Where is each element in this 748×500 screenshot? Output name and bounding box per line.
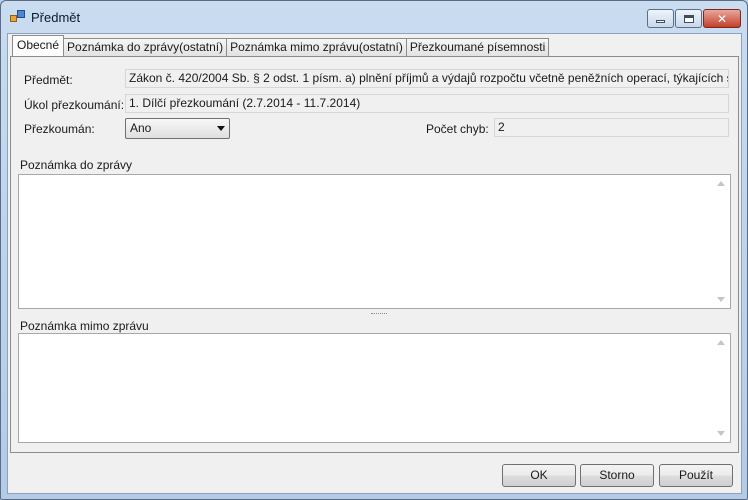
dialog-window: Předmět ✕ Obecné Poznámka do zprávy(osta… [0,0,748,500]
subject-label: Předmět: [24,73,73,87]
apply-button[interactable]: Použít [659,464,733,487]
tab-panel-general: Předmět: Zákon č. 420/2004 Sb. § 2 odst.… [10,56,739,453]
review-task-field[interactable]: 1. Dílčí přezkoumání (2.7.2014 - 11.7.20… [125,94,729,113]
scroll-down-icon[interactable] [717,431,725,436]
maximize-icon [683,14,694,23]
ok-button[interactable]: OK [502,464,576,487]
reviewed-select-value: Ano [130,121,152,135]
scroll-up-icon[interactable] [717,181,725,186]
close-icon: ✕ [716,11,728,26]
outside-note-scrollbar[interactable] [713,334,730,442]
close-button[interactable]: ✕ [703,9,741,28]
tab-report-note-other[interactable]: Poznámka do zprávy(ostatní) [63,38,228,56]
tab-reviewed-documents[interactable]: Přezkoumané písemnosti [405,38,550,56]
tab-general[interactable]: Obecné [12,35,65,56]
cancel-button[interactable]: Storno [580,464,654,487]
reviewed-select[interactable]: Ano [125,118,230,139]
error-count-label: Počet chyb: [426,122,489,136]
report-note-textarea[interactable] [18,174,731,309]
subject-field[interactable]: Zákon č. 420/2004 Sb. § 2 odst. 1 písm. … [125,69,729,88]
minimize-button[interactable] [647,9,674,28]
title-bar[interactable]: Předmět ✕ [1,1,747,33]
outside-note-title: Poznámka mimo zprávu [20,319,149,333]
review-task-label: Úkol přezkoumání: [24,98,125,112]
dialog-client-area: Obecné Poznámka do zprávy(ostatní) Pozná… [7,33,742,494]
scroll-down-icon[interactable] [717,297,725,302]
tab-outside-note-other[interactable]: Poznámka mimo zprávu(ostatní) [226,38,407,56]
window-title: Předmět [31,10,81,25]
chevron-down-icon [217,126,225,131]
error-count-field[interactable]: 2 [494,118,729,137]
report-note-title: Poznámka do zprávy [20,158,133,172]
outside-note-textarea[interactable] [18,333,731,443]
reviewed-label: Přezkoumán: [24,122,95,136]
maximize-button[interactable] [675,9,702,28]
scroll-up-icon[interactable] [717,340,725,345]
app-form-icon [10,10,26,24]
minimize-icon [656,20,665,23]
notes-splitter[interactable] [371,313,387,315]
tab-strip: Obecné Poznámka do zprávy(ostatní) Pozná… [12,35,550,56]
report-note-scrollbar[interactable] [713,175,730,308]
